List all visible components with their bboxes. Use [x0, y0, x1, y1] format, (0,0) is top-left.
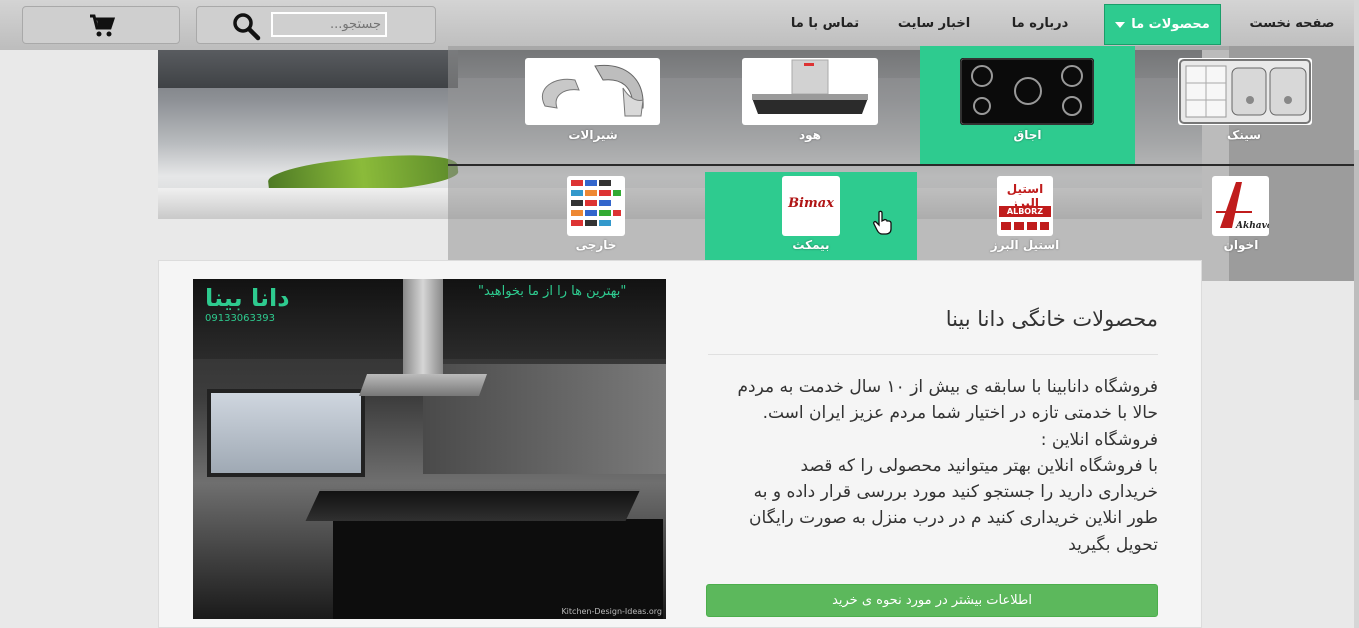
description-line: طور انلاین خریداری کنید م در درب منزل به…: [749, 508, 1158, 529]
image-credit: Kitchen-Design-Ideas.org: [561, 607, 662, 616]
kitchen-image: دانا بینا 09133063393 "بهترین ها را از م…: [193, 279, 666, 619]
svg-text:Akhavan: Akhavan: [1235, 221, 1269, 231]
logo-sub: ALBORZ: [999, 206, 1051, 217]
nav-about[interactable]: درباره ما: [1000, 0, 1080, 46]
nav-contact[interactable]: تماس با ما: [780, 0, 870, 46]
description-line: فروشگاه دانابینا با سابقه ی بیش از ۱۰ سا…: [737, 377, 1158, 397]
category-faucet[interactable]: شیرالات: [525, 46, 661, 164]
cart-icon: [90, 14, 115, 37]
scrollbar[interactable]: [1354, 0, 1359, 628]
faucet-icon: [525, 58, 660, 125]
category-label: سینک: [1227, 128, 1261, 142]
nav-news[interactable]: اخبار سایت: [890, 0, 978, 46]
chevron-down-icon: [1115, 21, 1126, 28]
scrollbar-thumb[interactable]: [1354, 150, 1359, 400]
brand-label: بیمکث: [792, 238, 830, 252]
description-line: فروشگاه انلاین :: [1040, 429, 1158, 450]
cart-button[interactable]: [22, 6, 180, 44]
brand-label: استیل البرز: [990, 238, 1060, 252]
nav-products-label: محصولات ما: [1131, 17, 1210, 32]
description: فروشگاه دانابینا با سابقه ی بیش از ۱۰ سا…: [706, 374, 1158, 558]
bimax-logo: Bimax: [782, 176, 840, 236]
description-line: تحویل بگیرید: [1068, 534, 1158, 555]
search-input[interactable]: [271, 12, 387, 37]
category-label: شیرالات: [568, 128, 618, 142]
stove-icon: [960, 58, 1094, 125]
slogan: "بهترین ها را از ما بخواهید": [478, 284, 627, 299]
category-hood[interactable]: هود: [742, 46, 878, 164]
category-stove[interactable]: اجاق: [920, 46, 1135, 164]
hood-icon: [742, 58, 878, 125]
nav-products[interactable]: محصولات ما: [1104, 4, 1221, 45]
description-line: خریداری دارید را جستجو کنید مورد بررسی ق…: [753, 482, 1158, 503]
nav-home[interactable]: صفحه نخست: [1230, 0, 1354, 46]
sink-icon: [1178, 58, 1312, 125]
top-navbar: تماس با ما اخبار سایت درباره ما محصولات …: [0, 0, 1359, 50]
brand-label: اخوان: [1223, 238, 1259, 252]
search-icon[interactable]: [231, 11, 261, 41]
category-label: اجاق: [1013, 128, 1042, 142]
page-title: محصولات خانگی دانا بینا: [945, 307, 1158, 331]
divider: [708, 354, 1158, 355]
more-info-button[interactable]: اطلاعات بیشتر در مورد نحوه ی خرید: [706, 584, 1158, 617]
brand-phone: 09133063393: [205, 313, 275, 324]
logo-text: Bimax: [788, 196, 834, 211]
brand-label: خارجی: [575, 238, 617, 252]
alborz-logo: استیل البرز ALBORZ: [997, 176, 1053, 236]
description-line: حالا با خدمتی تازه در اختیار شما مردم عز…: [762, 403, 1158, 424]
category-sink[interactable]: سینک: [1176, 46, 1312, 164]
akhavan-logo: Akhavan: [1212, 176, 1269, 236]
hand-cursor-icon: [873, 210, 892, 235]
brand-title: دانا بینا: [205, 284, 290, 312]
category-label: هود: [798, 128, 821, 142]
foreign-brands-icon: [567, 176, 625, 236]
description-line: با فروشگاه انلاین بهتر میتوانید محصولی ر…: [800, 455, 1158, 476]
